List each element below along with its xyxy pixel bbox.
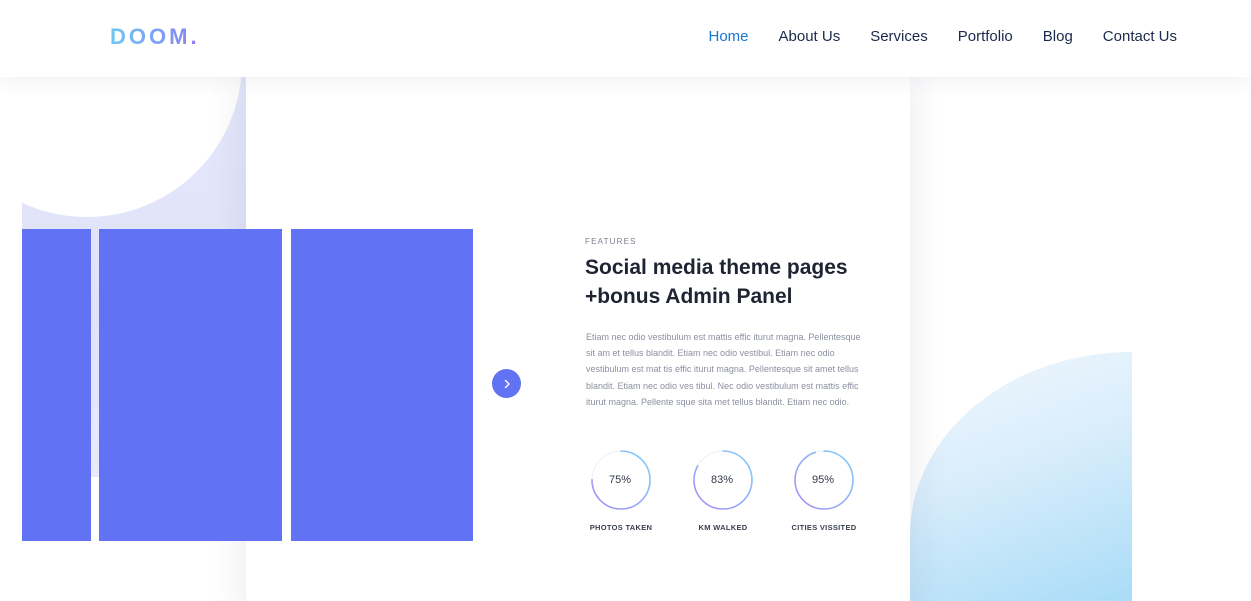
site-header: DOOM. Home About Us Services Portfolio B… bbox=[0, 0, 1251, 77]
slider-panel bbox=[99, 229, 282, 541]
background-shape-right bbox=[910, 352, 1132, 601]
stat-value: 95% bbox=[811, 474, 835, 486]
nav-item-services[interactable]: Services bbox=[870, 27, 928, 47]
section-title-line-1: Social media theme pages bbox=[585, 256, 848, 279]
slider-panel bbox=[22, 229, 91, 541]
nav-item-blog[interactable]: Blog bbox=[1043, 27, 1073, 47]
stat-value: 83% bbox=[710, 474, 734, 486]
page: DOOM. Home About Us Services Portfolio B… bbox=[0, 0, 1251, 601]
main-nav: Home About Us Services Portfolio Blog Co… bbox=[708, 27, 1177, 47]
stat-photos-taken: 75% PHOTOS TAKEN bbox=[588, 448, 654, 538]
slider-next-button[interactable] bbox=[492, 369, 521, 398]
section-body-text: Etiam nec odio vestibulum est mattis eff… bbox=[586, 332, 861, 407]
stat-cities-visited: 95% CITIES VISSITED bbox=[791, 448, 857, 538]
stat-label: PHOTOS TAKEN bbox=[589, 523, 653, 532]
slider-panel bbox=[291, 229, 473, 541]
nav-item-contact-us[interactable]: Contact Us bbox=[1103, 27, 1177, 47]
nav-item-portfolio[interactable]: Portfolio bbox=[958, 27, 1013, 47]
section-eyebrow: FEATURES bbox=[585, 237, 637, 246]
logo[interactable]: DOOM. bbox=[110, 22, 200, 44]
nav-item-home[interactable]: Home bbox=[708, 27, 748, 47]
chevron-right-icon bbox=[502, 379, 512, 389]
stat-label: KM WALKED bbox=[698, 523, 748, 532]
stat-label: CITIES VISSITED bbox=[791, 523, 857, 532]
section-title: Social media theme pages +bonus Admin Pa… bbox=[585, 253, 885, 311]
nav-item-about-us[interactable]: About Us bbox=[779, 27, 841, 47]
section-title-line-2: +bonus Admin Panel bbox=[585, 285, 793, 308]
stat-km-walked: 83% KM WALKED bbox=[690, 448, 756, 538]
stat-value: 75% bbox=[608, 474, 632, 486]
